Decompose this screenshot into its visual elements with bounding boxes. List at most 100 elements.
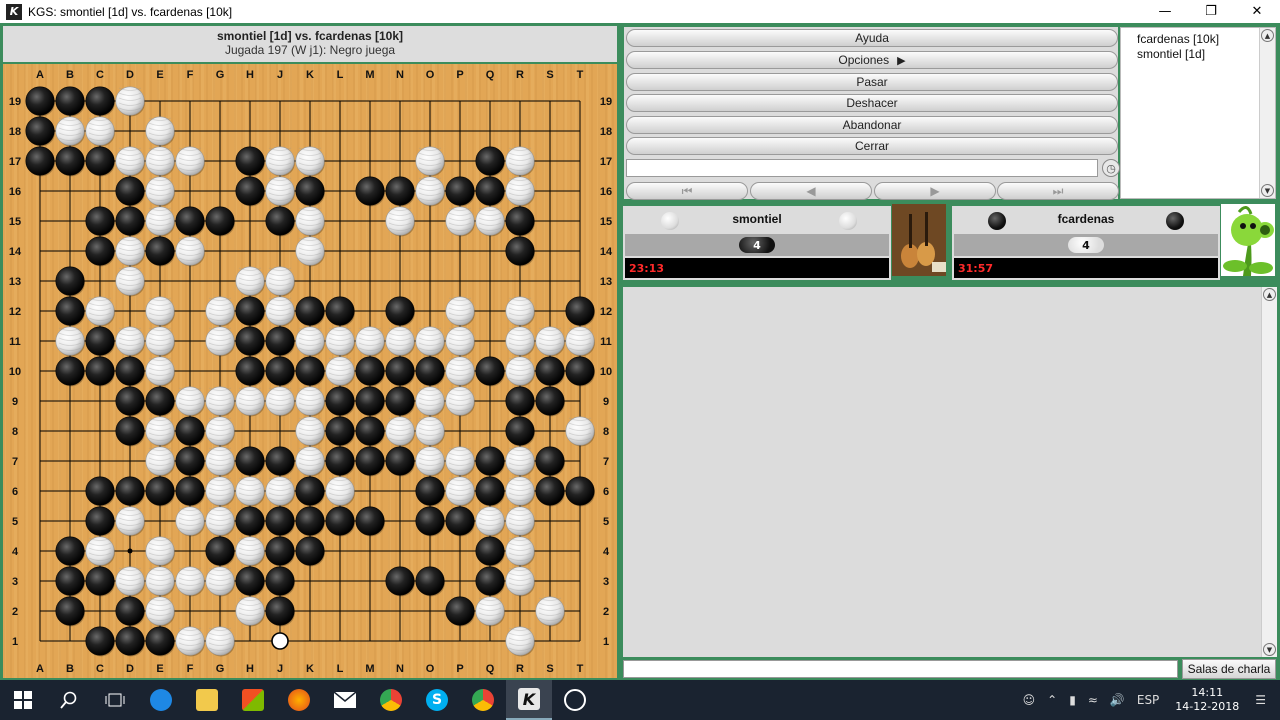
row-label: 8: [603, 426, 609, 438]
undo-button-label: Deshacer: [846, 96, 898, 110]
black-stone: [175, 206, 205, 236]
people-icon[interactable]: ☺: [1023, 693, 1036, 707]
white-stone: [145, 176, 175, 206]
white-stone: [115, 86, 145, 116]
chrome-icon[interactable]: [460, 680, 506, 720]
skype-icon[interactable]: S: [414, 680, 460, 720]
white-stone: [325, 356, 355, 386]
minimize-icon[interactable]: —: [1142, 0, 1188, 23]
clock-app-icon[interactable]: [552, 680, 598, 720]
windows-start-icon[interactable]: [0, 680, 46, 720]
black-stone: [85, 146, 115, 176]
close-icon[interactable]: ✕: [1234, 0, 1280, 23]
column-label: D: [126, 69, 134, 81]
undo-button[interactable]: Deshacer: [626, 94, 1118, 112]
white-stone: [385, 326, 415, 356]
black-stone: [115, 626, 145, 656]
nav-first-button[interactable]: ⏮: [626, 182, 748, 200]
nav-next-button[interactable]: ▶: [874, 182, 996, 200]
chat-input[interactable]: [623, 660, 1178, 678]
search-icon[interactable]: [46, 680, 92, 720]
scroll-down-icon[interactable]: ▼: [1263, 643, 1276, 656]
resign-button[interactable]: Abandonar: [626, 116, 1118, 134]
kgs-icon[interactable]: K: [506, 680, 552, 720]
clock-icon[interactable]: ◷: [1102, 159, 1120, 177]
column-label: O: [426, 69, 435, 81]
list-item[interactable]: smontiel [1d]: [1121, 47, 1275, 62]
chat-log: ▲ ▼: [623, 287, 1277, 657]
edge-icon[interactable]: [138, 680, 184, 720]
white-stone: [415, 146, 445, 176]
white-stone: [505, 296, 535, 326]
black-stone: [235, 446, 265, 476]
white-stone: [445, 326, 475, 356]
white-stone: [205, 416, 235, 446]
task-view-icon[interactable]: [92, 680, 138, 720]
black-stone: [355, 386, 385, 416]
black-stone: [145, 476, 175, 506]
language-indicator[interactable]: ESP: [1137, 693, 1159, 707]
black-stone: [115, 386, 145, 416]
black-stone: [385, 176, 415, 206]
column-label: H: [246, 663, 254, 675]
taskbar-clock[interactable]: 14:11 14-12-2018: [1175, 686, 1239, 714]
white-stone: [145, 446, 175, 476]
column-label: B: [66, 663, 74, 675]
black-stone: [385, 356, 415, 386]
volume-icon[interactable]: 🔊: [1110, 693, 1125, 707]
list-item[interactable]: fcardenas [10k]: [1121, 32, 1275, 47]
white-stone: [565, 416, 595, 446]
white-captures-count: 4: [739, 237, 775, 253]
battery-icon[interactable]: ▮: [1069, 693, 1076, 707]
mail-icon[interactable]: [322, 680, 368, 720]
white-stone: [85, 296, 115, 326]
white-stone: [175, 236, 205, 266]
notifications-icon[interactable]: ☰: [1255, 693, 1266, 707]
white-stone: [445, 476, 475, 506]
actions-panel: Ayuda Opciones ▶ Pasar Deshacer Abandonar…: [624, 27, 1120, 200]
go-board-svg[interactable]: AABBCCDDEEFFGGHHJJKKLLMMNNOOPPQQRRSSTT19…: [3, 64, 617, 678]
wifi-icon[interactable]: ≈: [1088, 693, 1098, 707]
scroll-down-icon[interactable]: ▼: [1261, 184, 1274, 197]
black-stone: [295, 176, 325, 206]
black-player-avatar[interactable]: [1221, 204, 1275, 276]
black-stone: [325, 386, 355, 416]
restore-icon[interactable]: ❐: [1188, 0, 1234, 23]
row-label: 13: [600, 276, 612, 288]
file-explorer-icon[interactable]: [184, 680, 230, 720]
black-stone: [115, 176, 145, 206]
options-button[interactable]: Opciones ▶: [626, 51, 1118, 69]
white-player-avatar[interactable]: [892, 204, 946, 276]
help-button[interactable]: Ayuda: [626, 29, 1118, 47]
scroll-up-icon[interactable]: ▲: [1261, 29, 1274, 42]
black-stone: [355, 446, 385, 476]
command-input[interactable]: [626, 159, 1098, 177]
chat-rooms-button[interactable]: Salas de charla: [1182, 659, 1276, 679]
close-game-button[interactable]: Cerrar: [626, 137, 1118, 155]
players-list-scrollbar[interactable]: ▲ ▼: [1259, 28, 1275, 198]
white-stone: [235, 476, 265, 506]
go-board[interactable]: A A B B C C D D E E F F G G H H J J K K L L M M N N O O P P Q Q R R S S T T 19…: [3, 64, 617, 678]
firefox-icon[interactable]: [276, 680, 322, 720]
chat-scrollbar[interactable]: ▲ ▼: [1261, 287, 1277, 657]
white-stone: [325, 476, 355, 506]
pass-button[interactable]: Pasar: [626, 73, 1118, 91]
last-move-marker: [271, 632, 289, 650]
chevron-up-icon[interactable]: ⌃: [1047, 693, 1057, 707]
row-label: 13: [9, 276, 21, 288]
row-label: 14: [9, 246, 22, 258]
guitars-avatar-image: [892, 204, 946, 276]
white-stone: [295, 446, 325, 476]
player-info-bar: smontiel 4 23:13 fcardenas 4 31:57: [620, 201, 1280, 283]
nav-last-button[interactable]: ⏭: [997, 182, 1119, 200]
chrome-icon[interactable]: [368, 680, 414, 720]
column-label: K: [306, 663, 314, 675]
nav-prev-button[interactable]: ◀: [750, 182, 872, 200]
black-stone: [325, 296, 355, 326]
scroll-up-icon[interactable]: ▲: [1263, 288, 1276, 301]
store-icon[interactable]: [230, 680, 276, 720]
black-stone: [175, 416, 205, 446]
white-stone: [235, 386, 265, 416]
black-stone: [535, 476, 565, 506]
row-label: 18: [600, 126, 612, 138]
